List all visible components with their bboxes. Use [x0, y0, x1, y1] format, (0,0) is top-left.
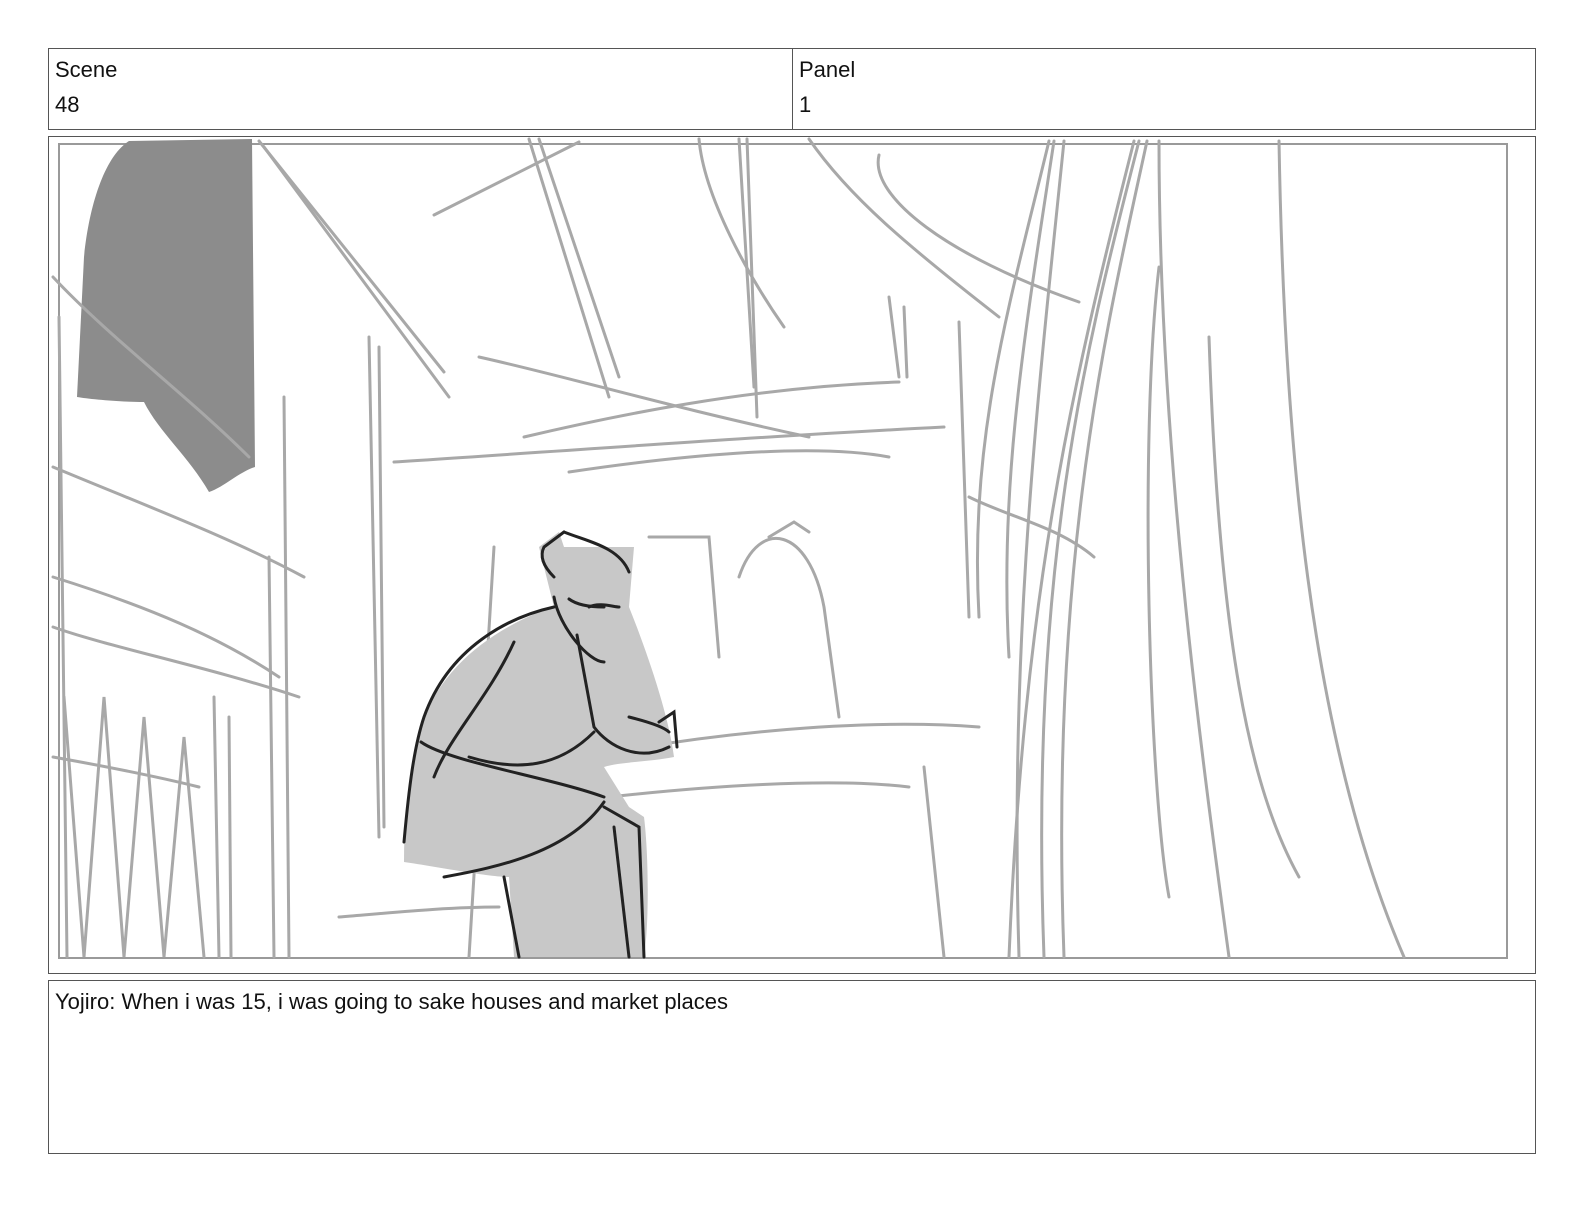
panel-number: 1	[799, 92, 812, 117]
scene-number: 48	[55, 92, 80, 117]
panel-label: Panel	[799, 57, 856, 82]
scene-label: Scene	[55, 57, 118, 82]
storyboard-sketch	[51, 137, 1508, 959]
panel-cell: Panel 1	[793, 49, 1535, 129]
panel-header: Scene 48 Panel 1	[48, 48, 1536, 130]
dialogue-text: Yojiro: When i was 15, i was going to sa…	[55, 989, 728, 1014]
scene-cell: Scene 48	[49, 49, 793, 129]
dialogue-caption-box: Yojiro: When i was 15, i was going to sa…	[48, 980, 1536, 1154]
figure-fill	[404, 532, 674, 957]
background-strokes	[51, 137, 1406, 959]
seated-figure	[402, 530, 679, 959]
storyboard-frame	[48, 136, 1536, 974]
safe-area-border	[58, 143, 1508, 959]
